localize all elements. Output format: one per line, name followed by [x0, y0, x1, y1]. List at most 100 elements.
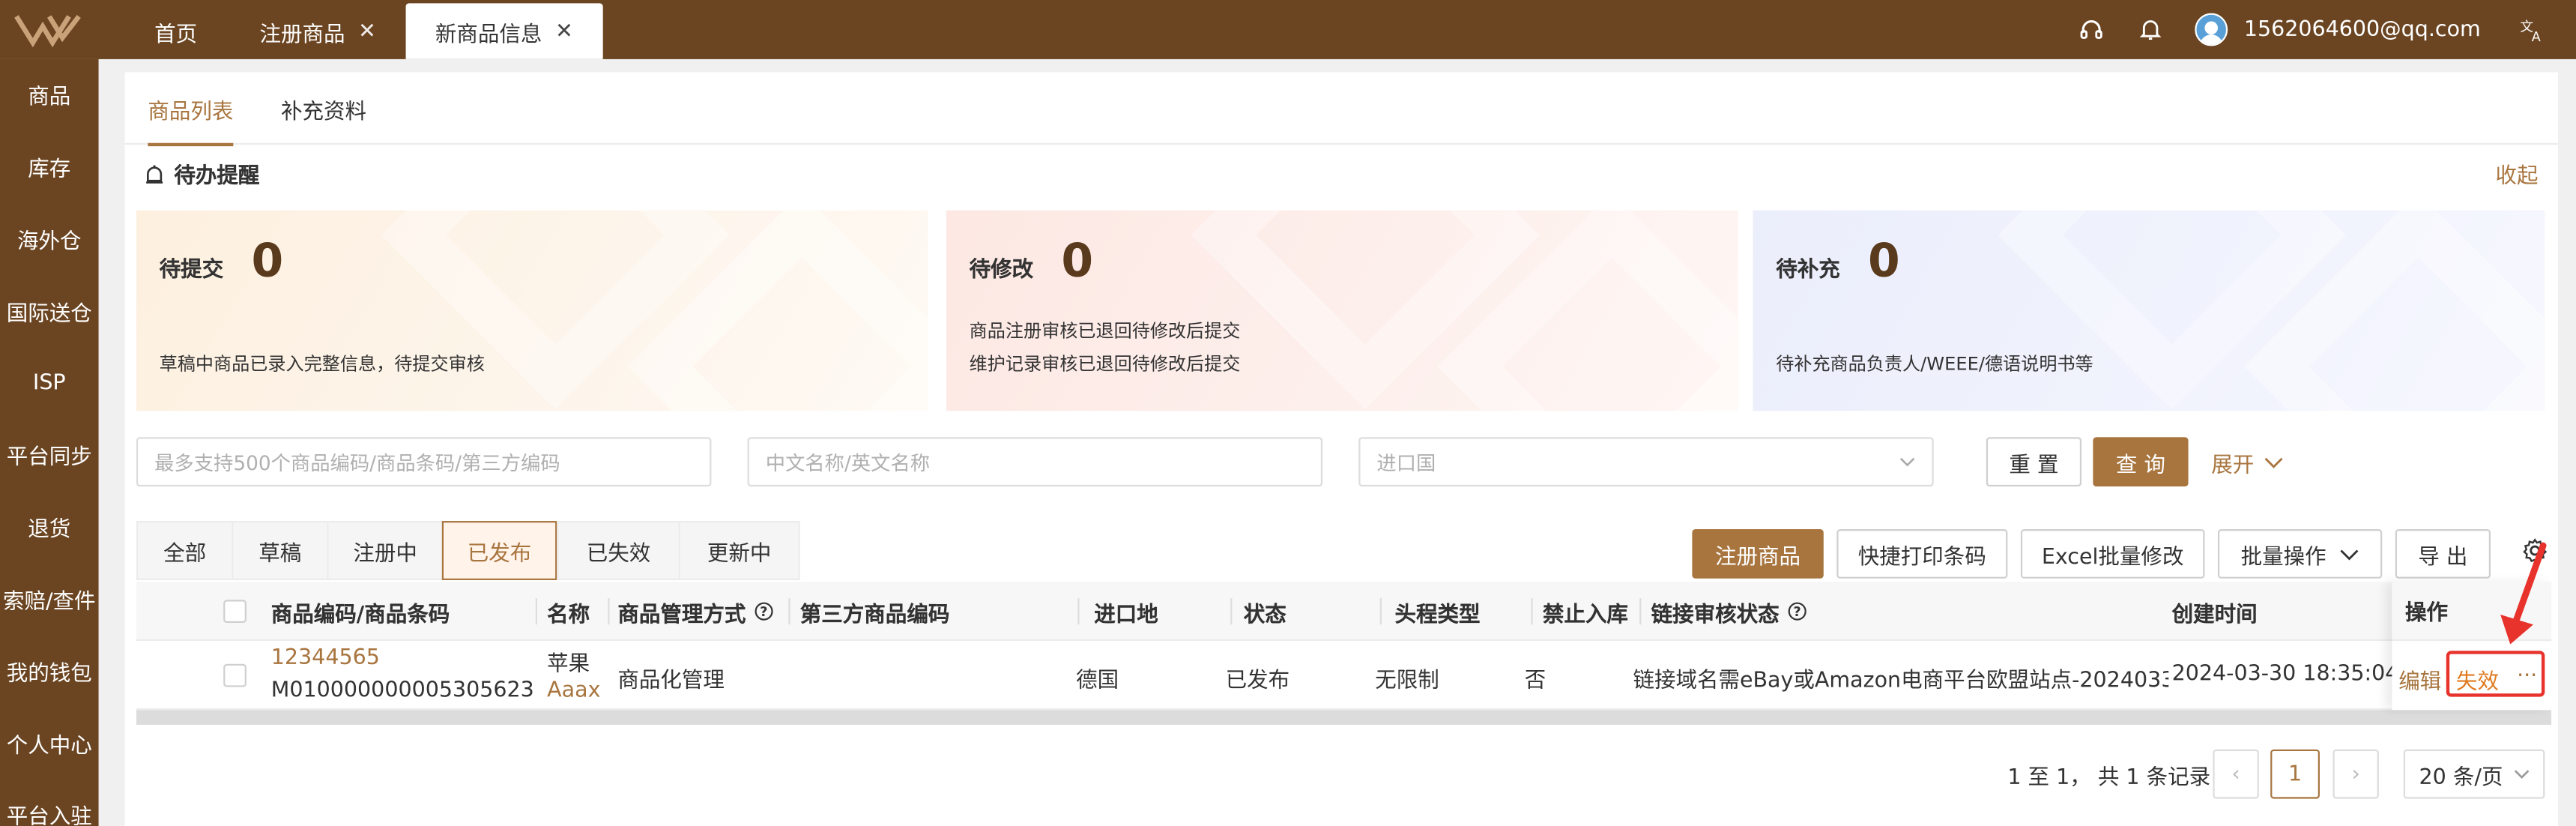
todo-header: 待办提醒: [145, 157, 259, 189]
todo-card-modify[interactable]: 待修改 0 商品注册审核已退回待修改后提交 维护记录审核已退回待修改后提交: [946, 210, 1738, 412]
svg-text:A: A: [2532, 30, 2541, 43]
sidebar-item-wallet[interactable]: 我的钱包: [0, 635, 99, 707]
sidebar-item-profile[interactable]: 个人中心: [0, 707, 99, 779]
col-link-status: 链接审核状态 ?: [1651, 582, 2169, 641]
sub-tabs: 商品列表 补充资料: [124, 72, 2558, 147]
page-tabs: 首页 注册商品 ✕ 新商品信息 ✕: [121, 3, 603, 59]
highlight-box: [2446, 651, 2545, 697]
sidebar-item-isp[interactable]: ISP: [0, 347, 99, 419]
bell-icon[interactable]: [2135, 15, 2165, 44]
sidebar-item-claims[interactable]: 索赔/查件: [0, 563, 99, 635]
card-title: 待提交: [159, 258, 224, 283]
select-all-checkbox[interactable]: [223, 600, 247, 623]
sidebar-item-platform-sync[interactable]: 平台同步: [0, 419, 99, 491]
sidebar-item-intl-delivery[interactable]: 国际送仓: [0, 275, 99, 347]
chevron-down-icon: [2264, 457, 2283, 468]
pagination-summary: 1 至 1， 共 1 条记录: [2007, 765, 2211, 790]
status-tab-draft[interactable]: 草稿: [232, 521, 327, 580]
close-icon[interactable]: ✕: [358, 19, 376, 43]
card-count: 0: [1061, 233, 1094, 288]
col-name: 名称: [547, 582, 610, 641]
code-search-input[interactable]: 最多支持500个商品编码/商品条码/第三方编码: [136, 437, 712, 487]
filter-bar: 最多支持500个商品编码/商品条码/第三方编码 中文名称/英文名称 进口国 重 …: [136, 437, 2551, 487]
goods-code-link[interactable]: 12344565: [271, 646, 380, 671]
page-size-select[interactable]: 20 条/页: [2403, 749, 2545, 799]
col-third-code: 第三方商品编码: [800, 582, 1080, 641]
col-forbid: 禁止入库: [1543, 582, 1642, 641]
forbid-value: 否: [1524, 669, 1546, 694]
headset-icon[interactable]: [2076, 15, 2105, 44]
sidebar-item-platform-join[interactable]: 平台入驻: [0, 779, 99, 826]
transport-value: 无限制: [1375, 669, 1439, 694]
register-goods-button[interactable]: 注册商品: [1692, 529, 1824, 579]
link-status-value: 链接域名需eBay或Amazon电商平台欧盟站点-20240331: [1633, 669, 2169, 694]
page-number-current[interactable]: 1: [2270, 749, 2320, 799]
country-select[interactable]: 进口国: [1358, 437, 1934, 487]
app-root: 首页 注册商品 ✕ 新商品信息 ✕ 1562064600@qq.com 文A 商品 …: [0, 0, 2576, 826]
logo-icon: [14, 14, 81, 48]
tab-goods-list[interactable]: 商品列表: [148, 72, 234, 147]
status-value: 已发布: [1225, 669, 1290, 694]
table-row: 12344565 M010000000005305623 苹果 Aaax 商品化…: [136, 641, 2552, 711]
next-page-button[interactable]: ›: [2332, 749, 2379, 799]
brand-logo[interactable]: [0, 0, 99, 59]
col-transport: 头程类型: [1395, 582, 1533, 641]
card-desc: 商品注册审核已退回待修改后提交: [969, 320, 1241, 343]
sidebar-item-inventory[interactable]: 库存: [0, 131, 99, 203]
card-title: 待补充: [1776, 258, 1840, 283]
goods-name-cn: 苹果: [547, 652, 590, 678]
col-code: 商品编码/商品条码: [271, 582, 537, 641]
status-tab-registering[interactable]: 注册中: [327, 521, 442, 580]
expand-button[interactable]: 展开: [2207, 437, 2289, 486]
sidebar-item-returns[interactable]: 退货: [0, 491, 99, 563]
tab-home[interactable]: 首页: [121, 3, 230, 59]
status-tab-updating[interactable]: 更新中: [678, 521, 800, 580]
tab-supplement[interactable]: 补充资料: [281, 72, 366, 144]
card-title: 待修改: [969, 258, 1034, 283]
col-created: 创建时间: [2171, 602, 2258, 627]
export-button[interactable]: 导 出: [2395, 529, 2491, 579]
sidebar-item-goods[interactable]: 商品: [0, 59, 99, 131]
status-tab-all[interactable]: 全部: [136, 521, 232, 580]
chevron-down-icon: [1899, 457, 1915, 467]
main-panel: 商品列表 补充资料 待办提醒 收起 待提交 0 草稿中商品已录入完整信息，待提交…: [124, 72, 2558, 826]
created-time: 2024-03-30 18:35:04: [2171, 662, 2399, 687]
help-icon[interactable]: ?: [1788, 601, 1807, 621]
top-bar: 首页 注册商品 ✕ 新商品信息 ✕ 1562064600@qq.com 文A: [0, 0, 2576, 59]
horizontal-scrollbar[interactable]: [136, 710, 2552, 725]
close-icon[interactable]: ✕: [555, 19, 573, 43]
todo-card-supplement[interactable]: 待补充 0 待补充商品负责人/WEEE/德语说明书等: [1753, 210, 2545, 412]
sidebar-item-overseas-warehouse[interactable]: 海外仓: [0, 203, 99, 275]
sidebar: 商品 库存 海外仓 国际送仓 ISP 平台同步 退货 索赔/查件 我的钱包 个人…: [0, 58, 99, 826]
status-tab-invalid[interactable]: 已失效: [557, 521, 679, 580]
edit-link[interactable]: 编辑: [2398, 664, 2441, 696]
table-header: 商品编码/商品条码 名称 商品管理方式 ? 第三方商品编码 进口地 状态 头程类…: [136, 582, 2552, 642]
goods-name-en[interactable]: Aaax: [547, 679, 600, 704]
tab-new-goods-info[interactable]: 新商品信息 ✕: [405, 3, 603, 59]
prev-page-button[interactable]: ‹: [2213, 749, 2259, 799]
excel-batch-button[interactable]: Excel批量修改: [2020, 529, 2205, 579]
chevron-down-icon: [2513, 770, 2529, 779]
col-status: 状态: [1244, 582, 1382, 641]
user-email[interactable]: 1562064600@qq.com: [2244, 17, 2481, 42]
print-barcode-button[interactable]: 快捷打印条码: [1836, 529, 2008, 579]
status-tab-published[interactable]: 已发布: [441, 521, 557, 580]
manage-mode: 商品化管理: [617, 669, 725, 694]
card-desc: 维护记录审核已退回待修改后提交: [969, 353, 1241, 375]
batch-operation-button[interactable]: 批量操作: [2218, 529, 2383, 579]
help-icon[interactable]: ?: [754, 601, 773, 621]
todo-card-submit[interactable]: 待提交 0 草稿中商品已录入完整信息，待提交审核: [136, 210, 928, 412]
reset-button[interactable]: 重 置: [1986, 437, 2082, 487]
col-manage: 商品管理方式 ?: [617, 582, 790, 641]
chevron-down-icon: [2340, 549, 2359, 561]
card-desc: 待补充商品负责人/WEEE/德语说明书等: [1776, 353, 2093, 375]
search-button[interactable]: 查 询: [2093, 437, 2189, 487]
red-arrow-annotation: [2500, 542, 2547, 645]
translate-icon[interactable]: 文A: [2517, 15, 2546, 44]
collapse-link[interactable]: 收起: [2496, 157, 2539, 189]
tab-register-goods[interactable]: 注册商品 ✕: [230, 3, 405, 59]
origin: 德国: [1076, 669, 1119, 694]
avatar[interactable]: [2195, 13, 2228, 46]
row-checkbox[interactable]: [223, 663, 247, 687]
name-search-input[interactable]: 中文名称/英文名称: [747, 437, 1323, 487]
